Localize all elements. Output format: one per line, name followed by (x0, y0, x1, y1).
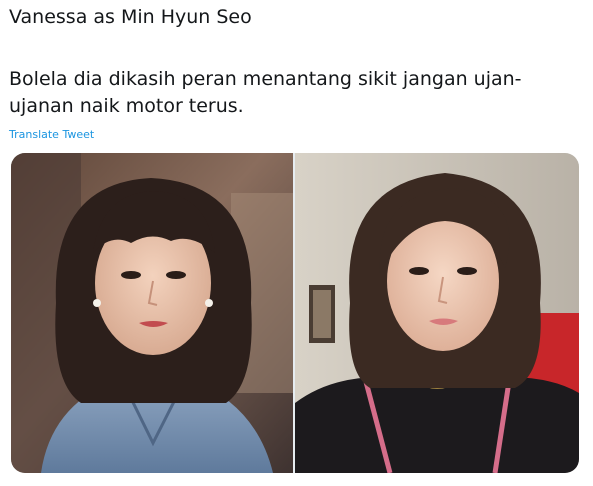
tweet-text-line: Vanessa as Min Hyun Seo (9, 6, 252, 28)
photo-left[interactable] (11, 153, 293, 473)
tweet-text-line: Bolela dia dikasih peran menantang sikit… (9, 68, 522, 90)
tweet-media-grid (11, 153, 579, 473)
photo-right[interactable] (295, 153, 579, 473)
translate-tweet-link[interactable]: Translate Tweet (9, 128, 94, 141)
tweet-text-line: ujanan naik motor terus. (9, 95, 244, 117)
